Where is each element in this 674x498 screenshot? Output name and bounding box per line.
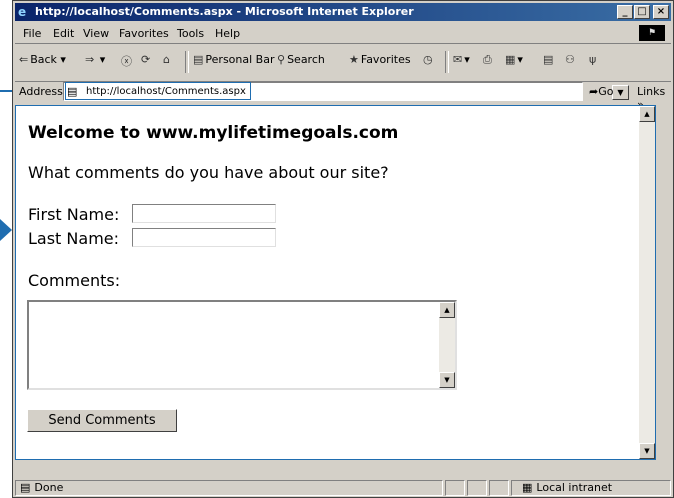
personal-bar-icon: ▤ — [193, 53, 204, 66]
edit-button[interactable]: ▦ ▾ — [505, 53, 523, 66]
comments-scrollbar[interactable]: ▲ ▼ — [439, 302, 455, 388]
stop-button[interactable]: ⓧ — [121, 53, 134, 69]
menu-bar: File Edit View Favorites Tools Help ⚑ — [15, 23, 671, 44]
stop-icon: ⓧ — [121, 55, 132, 68]
history-button[interactable]: ◷ — [423, 53, 435, 66]
scroll-up-icon[interactable]: ▲ — [639, 106, 655, 122]
page-content: Welcome to www.mylifetimegoals.com What … — [15, 105, 656, 460]
page-scrollbar[interactable]: ▲ ▼ — [639, 106, 655, 459]
minimize-button[interactable]: _ — [617, 5, 633, 19]
search-icon: ⚲ — [277, 53, 286, 66]
zone-text: Local intranet — [536, 481, 613, 494]
toolbar-separator — [445, 51, 449, 73]
status-cell — [467, 480, 487, 496]
back-arrow-icon: ⇐ — [19, 53, 29, 66]
menu-tools[interactable]: Tools — [177, 27, 204, 40]
close-button[interactable]: × — [653, 5, 669, 19]
home-button[interactable]: ⌂ — [163, 53, 172, 66]
discuss-button[interactable]: ▤ — [543, 53, 555, 66]
comments-label: Comments: — [28, 271, 121, 290]
first-name-field[interactable] — [132, 204, 276, 223]
standard-toolbar: ⇐ Back ▾ ⇒ ▾ ⓧ ⟳ ⌂ ▤ Personal Bar ⚲ Search … — [15, 45, 671, 82]
page-icon: ▤ — [20, 481, 31, 494]
zone-cell: ▦ Local intranet — [511, 480, 671, 496]
back-button[interactable]: ⇐ Back ▾ — [19, 53, 66, 66]
callout-arrow — [0, 219, 12, 241]
maximize-button[interactable]: □ — [634, 5, 650, 19]
messenger-icon: ⚇ — [565, 53, 575, 66]
scroll-down-icon[interactable]: ▼ — [439, 372, 455, 388]
status-text: Done — [34, 481, 64, 494]
browser-window: e http://localhost/Comments.aspx - Micro… — [12, 0, 674, 498]
address-dropdown-button[interactable]: ▼ — [612, 85, 629, 100]
go-arrow-icon: ➦ — [589, 85, 599, 98]
home-icon: ⌂ — [163, 53, 170, 66]
toolbar-separator — [185, 51, 189, 73]
print-icon: ⎙ — [483, 53, 492, 66]
refresh-icon: ⟳ — [141, 53, 151, 66]
menu-file[interactable]: File — [23, 27, 41, 40]
window-title: http://localhost/Comments.aspx - Microso… — [35, 5, 414, 18]
status-cell — [489, 480, 509, 496]
menu-view[interactable]: View — [83, 27, 109, 40]
mail-button[interactable]: ✉ ▾ — [453, 53, 470, 66]
forward-arrow-icon: ⇒ — [85, 53, 95, 66]
status-text-cell: ▤ Done — [15, 480, 443, 496]
page-question: What comments do you have about our site… — [28, 163, 389, 182]
page-heading: Welcome to www.mylifetimegoals.com — [28, 123, 399, 143]
discuss-icon: ▤ — [543, 53, 554, 66]
scroll-down-icon[interactable]: ▼ — [639, 443, 655, 459]
address-bar: Address ▤ http://localhost/Comments.aspx… — [15, 81, 671, 111]
send-comments-button[interactable]: Send Comments — [27, 409, 177, 432]
search-button[interactable]: ⚲ Search — [277, 53, 325, 66]
address-highlight — [65, 82, 251, 100]
refresh-button[interactable]: ⟳ — [141, 53, 152, 66]
first-name-label: First Name: — [28, 205, 120, 224]
last-name-field[interactable] — [132, 228, 276, 247]
mail-icon: ✉ — [453, 53, 463, 66]
messenger-button[interactable]: ⚇ — [565, 53, 577, 66]
status-bar: ▤ Done ▦ Local intranet — [15, 479, 671, 497]
personal-bar-button[interactable]: ▤ Personal Bar — [193, 53, 274, 66]
ie-logo-icon: e — [18, 5, 27, 19]
status-cell — [445, 480, 465, 496]
menu-help[interactable]: Help — [215, 27, 240, 40]
edit-icon: ▦ — [505, 53, 516, 66]
research-icon: ψ — [589, 53, 597, 66]
favorites-icon: ★ — [349, 53, 359, 66]
scroll-up-icon[interactable]: ▲ — [439, 302, 455, 318]
favorites-button[interactable]: ★ Favorites — [349, 53, 411, 66]
intranet-icon: ▦ — [522, 481, 533, 494]
print-button[interactable]: ⎙ — [483, 53, 494, 67]
menu-edit[interactable]: Edit — [53, 27, 74, 40]
title-bar: e http://localhost/Comments.aspx - Micro… — [15, 3, 671, 21]
menu-favorites[interactable]: Favorites — [119, 27, 169, 40]
comments-textarea[interactable]: ▲ ▼ — [27, 300, 457, 390]
last-name-label: Last Name: — [28, 229, 120, 248]
go-button[interactable]: ➦Go — [589, 85, 613, 98]
windows-logo-icon: ⚑ — [639, 25, 665, 41]
forward-button[interactable]: ⇒ ▾ — [85, 53, 105, 66]
history-icon: ◷ — [423, 53, 433, 66]
address-label: Address — [19, 85, 63, 98]
research-button[interactable]: ψ — [589, 53, 598, 66]
